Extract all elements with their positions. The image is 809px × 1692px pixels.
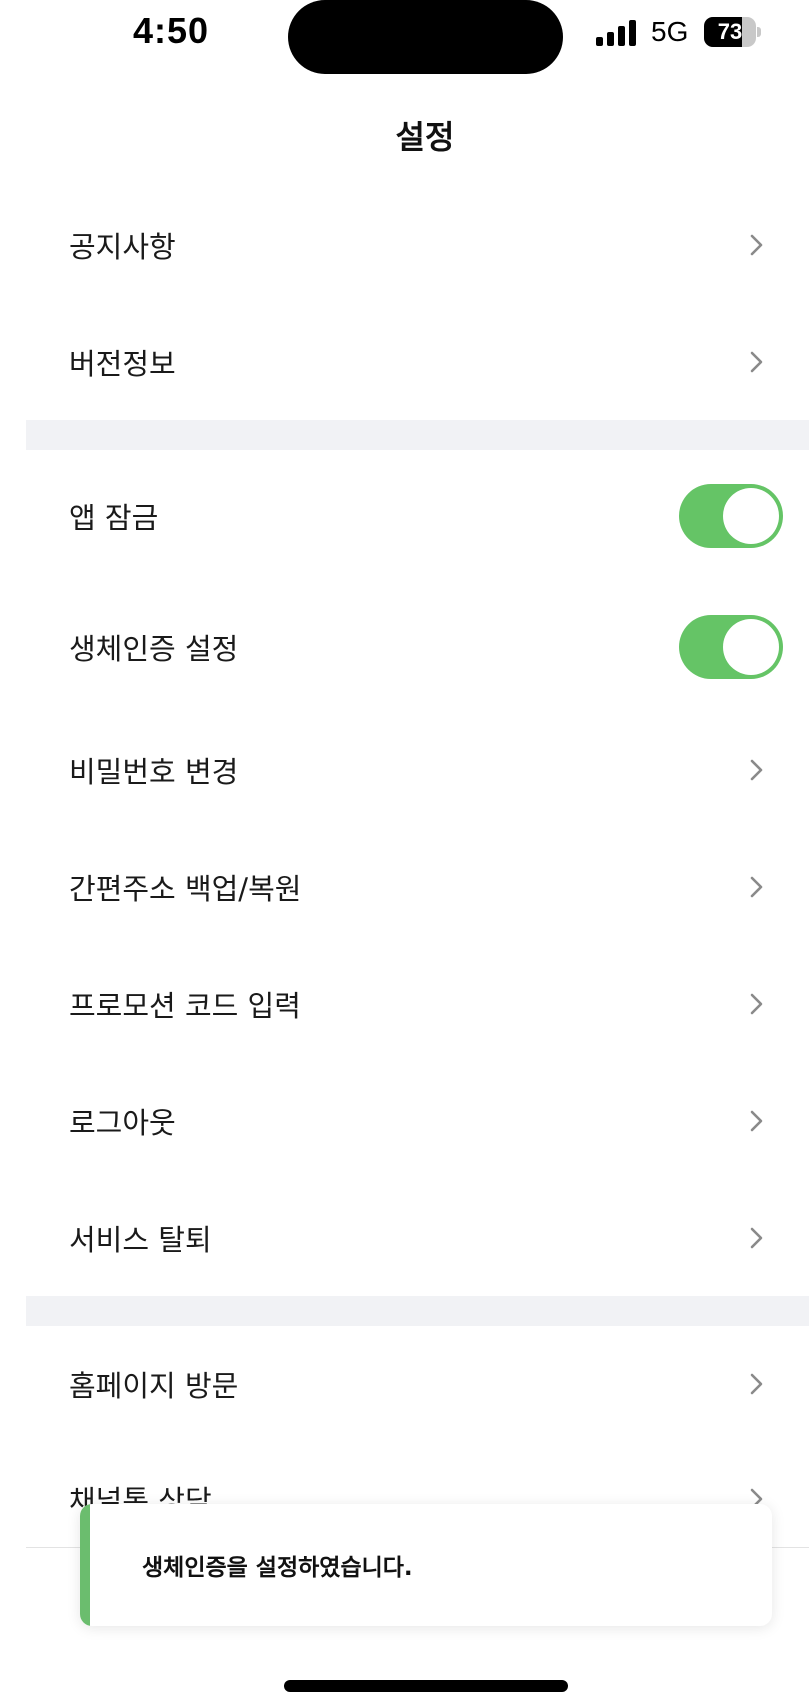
settings-item-label: 간편주소 백업/복원	[69, 872, 302, 906]
chevron-right-icon	[750, 1227, 763, 1249]
biometric-toggle[interactable]	[679, 615, 783, 679]
toggle-knob	[723, 488, 779, 544]
chevron-right-icon	[750, 993, 763, 1015]
settings-item-version-info[interactable]: 버전정보	[26, 307, 809, 417]
settings-item-notice[interactable]: 공지사항	[26, 190, 809, 300]
settings-item-label: 공지사항	[69, 230, 176, 264]
settings-item-logout[interactable]: 로그아웃	[26, 1066, 809, 1176]
settings-item-withdraw[interactable]: 서비스 탈퇴	[26, 1183, 809, 1293]
status-time: 4:50	[133, 10, 210, 51]
settings-item-label: 생체인증 설정	[69, 632, 239, 666]
cellular-signal-icon	[596, 20, 638, 46]
home-indicator[interactable]	[284, 1680, 568, 1692]
settings-item-label: 프로모션 코드 입력	[69, 989, 301, 1023]
page-title: 설정	[395, 118, 455, 156]
chevron-right-icon	[750, 234, 763, 256]
section-divider	[26, 420, 809, 450]
status-bar: 4:50 5G 73	[0, 0, 809, 80]
chevron-right-icon	[750, 876, 763, 898]
chevron-right-icon	[750, 759, 763, 781]
settings-item-change-password[interactable]: 비밀번호 변경	[26, 715, 809, 825]
chevron-right-icon	[750, 1110, 763, 1132]
settings-item-label: 비밀번호 변경	[69, 755, 239, 789]
chevron-right-icon	[750, 1373, 763, 1395]
dynamic-island	[288, 0, 563, 74]
settings-item-address-backup[interactable]: 간편주소 백업/복원	[26, 832, 809, 942]
toast-message: 생체인증을 설정하였습니다.	[142, 1555, 413, 1581]
settings-item-homepage[interactable]: 홈페이지 방문	[26, 1329, 809, 1439]
settings-item-label: 로그아웃	[69, 1106, 176, 1140]
toggle-knob	[723, 619, 779, 675]
settings-item-label: 앱 잠금	[69, 501, 159, 535]
battery-percent: 73	[717, 19, 743, 44]
settings-item-label: 서비스 탈퇴	[69, 1223, 212, 1257]
settings-item-biometric: 생체인증 설정	[26, 592, 809, 702]
settings-item-promo-code[interactable]: 프로모션 코드 입력	[26, 949, 809, 1059]
settings-item-label: 버전정보	[69, 347, 176, 381]
toast-notification[interactable]: 생체인증을 설정하였습니다.	[80, 1504, 772, 1626]
section-divider	[26, 1296, 809, 1326]
app-lock-toggle[interactable]	[679, 484, 783, 548]
network-type-label: 5G	[651, 16, 689, 47]
settings-item-app-lock: 앱 잠금	[26, 461, 809, 571]
chevron-right-icon	[750, 351, 763, 373]
settings-item-label: 홈페이지 방문	[69, 1369, 239, 1403]
toast-accent-bar	[80, 1504, 90, 1626]
battery-icon: 73	[704, 17, 761, 47]
